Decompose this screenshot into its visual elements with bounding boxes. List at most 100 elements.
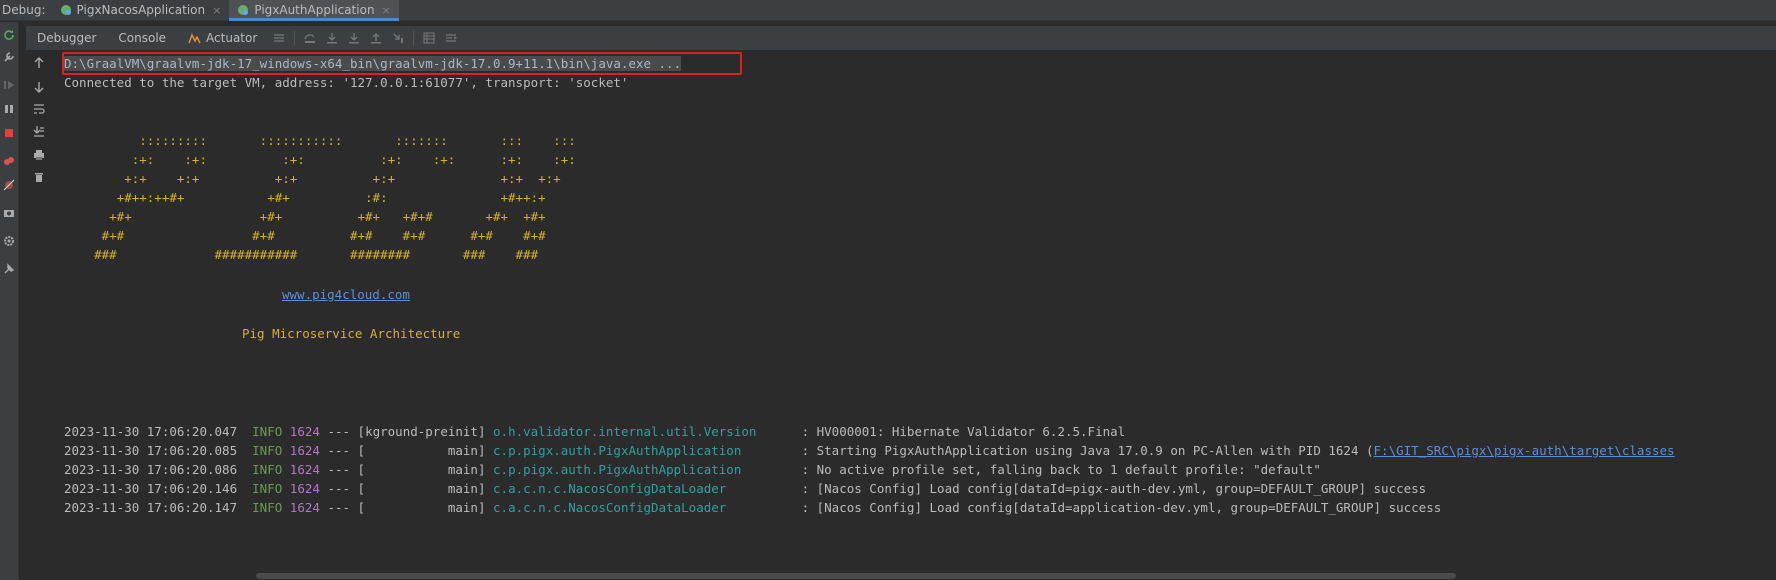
log-message: : Starting PigxAuthApplication using Jav…: [801, 443, 1374, 458]
spring-app-icon: [60, 5, 71, 15]
log-timestamp: 2023-11-30 17:06:20.147: [64, 500, 238, 515]
soft-wrap-icon[interactable]: [26, 98, 52, 120]
actuator-icon: [188, 32, 201, 43]
tab-label: PigxNacosApplication: [76, 3, 206, 17]
website-line: www.pig4cloud.com: [282, 286, 410, 304]
trash-icon[interactable]: [26, 166, 52, 188]
log-level: INFO: [252, 462, 283, 477]
close-icon[interactable]: ×: [212, 4, 221, 17]
step-over-icon[interactable]: [299, 27, 321, 49]
evaluate-expression-icon[interactable]: [418, 27, 440, 49]
force-step-into-icon[interactable]: [343, 27, 365, 49]
log-logger: c.p.pigx.auth.PigxAuthApplication: [493, 443, 795, 458]
command-line: D:\GraalVM\graalvm-jdk-17_windows-x64_bi…: [64, 55, 682, 73]
log-level: INFO: [252, 481, 283, 496]
log-pid: 1624: [289, 481, 320, 496]
log-message: : [Nacos Config] Load config[dataId=appl…: [801, 500, 1442, 515]
tagline: Pig Microservice Architecture: [242, 326, 461, 341]
tab-pigx-nacos-application[interactable]: PigxNacosApplication ×: [52, 0, 230, 20]
horizontal-scrollbar[interactable]: [56, 572, 1776, 580]
command-text: D:\GraalVM\graalvm-jdk-17_windows-x64_bi…: [64, 56, 682, 71]
banner-line: #+# #+# #+# #+# #+# #+#: [64, 228, 546, 243]
log-pid: 1624: [289, 500, 320, 515]
log-level: INFO: [252, 443, 283, 458]
tab-debugger[interactable]: Debugger: [26, 31, 107, 45]
scrollbar-thumb[interactable]: [256, 573, 1456, 579]
step-into-icon[interactable]: [321, 27, 343, 49]
banner-line: ### ########### ######## ### ###: [64, 247, 539, 262]
run-to-cursor-icon[interactable]: [387, 27, 409, 49]
log-separator: ---: [327, 481, 351, 496]
log-line: 2023-11-30 17:06:20.146 INFO 1624 --- [ …: [64, 480, 1426, 498]
resume-icon[interactable]: [0, 74, 18, 96]
stop-icon[interactable]: [0, 122, 18, 144]
banner-line: ::::::::: ::::::::::: ::::::: ::: :::: [64, 133, 576, 148]
banner-line: :+: :+: :+: :+: :+: :+: :+:: [64, 152, 576, 167]
debug-toolbar: Debugger Console Actuator: [26, 26, 1776, 50]
toolbar-divider: [294, 31, 296, 45]
log-thread: [ main]: [357, 481, 486, 496]
website-link[interactable]: www.pig4cloud.com: [282, 287, 410, 302]
log-line: 2023-11-30 17:06:20.086 INFO 1624 --- [ …: [64, 461, 1321, 479]
print-icon[interactable]: [26, 144, 52, 166]
log-thread: [ main]: [357, 443, 486, 458]
log-thread: [ main]: [357, 500, 486, 515]
spring-app-icon: [238, 5, 249, 15]
log-message: : [Nacos Config] Load config[dataId=pigx…: [801, 481, 1427, 496]
camera-icon[interactable]: [0, 202, 18, 224]
log-pid: 1624: [289, 462, 320, 477]
arrow-down-icon[interactable]: [26, 76, 52, 98]
log-timestamp: 2023-11-30 17:06:20.146: [64, 481, 238, 496]
trace-icon[interactable]: [440, 27, 462, 49]
log-separator: ---: [327, 424, 351, 439]
pause-icon[interactable]: [0, 98, 18, 120]
actuator-label: Actuator: [206, 31, 258, 45]
log-thread: [ main]: [357, 462, 486, 477]
log-separator: ---: [327, 500, 351, 515]
log-logger: c.p.pigx.auth.PigxAuthApplication: [493, 462, 795, 477]
log-message: : No active profile set, falling back to…: [801, 462, 1321, 477]
log-thread: [kground-preinit]: [357, 424, 486, 439]
tab-console[interactable]: Console: [107, 31, 177, 45]
wrench-icon[interactable]: [0, 46, 18, 68]
log-line: 2023-11-30 17:06:20.147 INFO 1624 --- [ …: [64, 499, 1441, 517]
debug-tabbar: Debug: PigxNacosApplication × PigxAuthAp…: [0, 0, 1776, 21]
log-message: : HV000001: Hibernate Validator 6.2.5.Fi…: [801, 424, 1126, 439]
banner-line: +:+ +:+ +:+ +:+ +:+ +:+: [64, 171, 561, 186]
arrow-up-icon[interactable]: [26, 52, 52, 74]
log-logger: c.a.c.n.c.NacosConfigDataLoader: [493, 481, 795, 496]
log-timestamp: 2023-11-30 17:06:20.086: [64, 462, 238, 477]
console-side-toolbar: [26, 52, 52, 580]
tab-pigx-auth-application[interactable]: PigxAuthApplication ×: [229, 0, 400, 21]
toolbar-divider: [413, 31, 415, 45]
log-level: INFO: [252, 500, 283, 515]
log-separator: ---: [327, 462, 351, 477]
console-output[interactable]: D:\GraalVM\graalvm-jdk-17_windows-x64_bi…: [56, 52, 1776, 572]
menu-icon[interactable]: [268, 27, 290, 49]
scroll-to-end-icon[interactable]: [26, 120, 52, 142]
debug-left-toolbar: [0, 22, 19, 580]
step-out-icon[interactable]: [365, 27, 387, 49]
log-logger: o.h.validator.internal.util.Version: [493, 424, 795, 439]
mute-breakpoints-icon[interactable]: [0, 174, 18, 196]
tab-actuator[interactable]: Actuator: [177, 31, 268, 45]
log-line: 2023-11-30 17:06:20.047 INFO 1624 --- [k…: [64, 423, 1125, 441]
rerun-icon[interactable]: [0, 24, 18, 46]
gear-icon[interactable]: [0, 230, 18, 252]
banner-line: +#+ +#+ +#+ +#+# +#+ +#+: [64, 209, 546, 224]
log-separator: ---: [327, 443, 351, 458]
log-link[interactable]: F:\GIT_SRC\pigx\pigx-auth\target\classes: [1374, 443, 1675, 458]
tab-label: PigxAuthApplication: [254, 3, 375, 17]
log-pid: 1624: [289, 424, 320, 439]
log-timestamp: 2023-11-30 17:06:20.085: [64, 443, 238, 458]
banner-line: +#++:++#+ +#+ :#: +#++:+: [64, 190, 546, 205]
log-level: INFO: [252, 424, 283, 439]
log-timestamp: 2023-11-30 17:06:20.047: [64, 424, 238, 439]
log-logger: c.a.c.n.c.NacosConfigDataLoader: [493, 500, 795, 515]
debug-label: Debug:: [2, 3, 46, 17]
log-line: 2023-11-30 17:06:20.085 INFO 1624 --- [ …: [64, 442, 1675, 460]
pin-icon[interactable]: [0, 258, 18, 280]
view-breakpoints-icon[interactable]: [0, 150, 18, 172]
close-icon[interactable]: ×: [382, 4, 391, 17]
log-pid: 1624: [289, 443, 320, 458]
